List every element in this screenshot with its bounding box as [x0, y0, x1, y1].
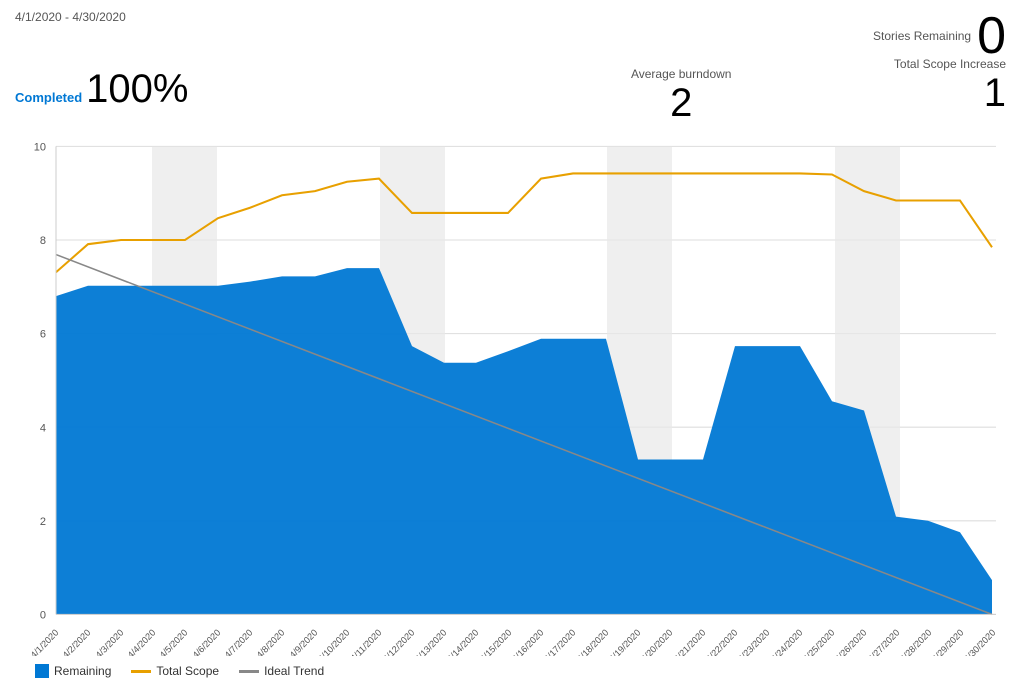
svg-text:4/29/2020: 4/29/2020	[930, 627, 965, 656]
svg-text:4/14/2020: 4/14/2020	[445, 627, 480, 656]
legend-total-scope-label: Total Scope	[156, 664, 219, 678]
avg-burndown-value: 2	[670, 81, 692, 125]
svg-text:4/26/2020: 4/26/2020	[833, 627, 868, 656]
total-scope-value: 1	[984, 71, 1006, 115]
svg-text:4/18/2020: 4/18/2020	[575, 627, 610, 656]
svg-text:4/10/2020: 4/10/2020	[316, 627, 351, 656]
total-scope-metric: Total Scope Increase 1	[894, 57, 1006, 116]
date-range: 4/1/2020 - 4/30/2020	[15, 10, 126, 24]
legend: Remaining Total Scope Ideal Trend	[15, 664, 1006, 678]
total-scope-label: Total Scope Increase	[894, 57, 1006, 71]
svg-text:4/11/2020: 4/11/2020	[348, 627, 383, 656]
legend-remaining-label: Remaining	[54, 664, 111, 678]
svg-text:4/20/2020: 4/20/2020	[639, 627, 674, 656]
svg-text:4/2/2020: 4/2/2020	[60, 627, 92, 656]
svg-text:6: 6	[39, 329, 45, 341]
svg-text:4/9/2020: 4/9/2020	[287, 627, 319, 656]
svg-text:4/21/2020: 4/21/2020	[672, 627, 707, 656]
svg-text:4/6/2020: 4/6/2020	[190, 627, 222, 656]
legend-total-scope-color	[131, 670, 151, 673]
stories-remaining: Stories Remaining 0	[873, 10, 1006, 62]
svg-text:10: 10	[33, 141, 45, 153]
main-container: 4/1/2020 - 4/30/2020 Stories Remaining 0…	[0, 0, 1021, 665]
legend-ideal-trend-label: Ideal Trend	[264, 664, 324, 678]
svg-text:4/17/2020: 4/17/2020	[542, 627, 577, 656]
svg-text:4/1/2020: 4/1/2020	[28, 627, 60, 656]
legend-ideal-trend: Ideal Trend	[239, 664, 324, 678]
svg-text:4/4/2020: 4/4/2020	[125, 627, 157, 656]
svg-text:4/3/2020: 4/3/2020	[93, 627, 125, 656]
svg-text:8: 8	[39, 235, 45, 247]
legend-remaining-color	[35, 664, 49, 678]
avg-burndown-metric: Average burndown 2	[631, 67, 732, 126]
svg-text:4: 4	[39, 422, 45, 434]
svg-text:4/28/2020: 4/28/2020	[898, 627, 933, 656]
svg-text:4/19/2020: 4/19/2020	[607, 627, 642, 656]
completed-label: Completed	[15, 90, 82, 105]
svg-text:4/7/2020: 4/7/2020	[222, 627, 254, 656]
svg-text:4/25/2020: 4/25/2020	[801, 627, 836, 656]
legend-total-scope: Total Scope	[131, 664, 219, 678]
stories-remaining-value: 0	[977, 10, 1006, 62]
svg-text:2: 2	[39, 516, 45, 528]
chart-area: 0 2 4 6 8 10	[16, 136, 1006, 656]
completed-value: 100%	[86, 67, 188, 112]
svg-text:4/30/2020: 4/30/2020	[962, 627, 997, 656]
svg-text:4/8/2020: 4/8/2020	[254, 627, 286, 656]
svg-text:4/22/2020: 4/22/2020	[704, 627, 739, 656]
completed-metric: Completed 100%	[15, 67, 188, 112]
svg-text:4/16/2020: 4/16/2020	[510, 627, 545, 656]
svg-text:4/5/2020: 4/5/2020	[157, 627, 189, 656]
svg-text:4/13/2020: 4/13/2020	[413, 627, 448, 656]
chart-svg: 0 2 4 6 8 10	[16, 136, 1006, 656]
legend-ideal-trend-color	[239, 670, 259, 673]
svg-text:0: 0	[39, 609, 45, 621]
avg-burndown-label: Average burndown	[631, 67, 732, 81]
svg-text:4/15/2020: 4/15/2020	[478, 627, 513, 656]
top-bar: 4/1/2020 - 4/30/2020 Stories Remaining 0	[15, 10, 1006, 62]
legend-remaining: Remaining	[35, 664, 111, 678]
svg-text:4/23/2020: 4/23/2020	[736, 627, 771, 656]
svg-text:4/24/2020: 4/24/2020	[769, 627, 804, 656]
svg-text:4/12/2020: 4/12/2020	[381, 627, 416, 656]
svg-text:4/27/2020: 4/27/2020	[866, 627, 901, 656]
stories-remaining-label: Stories Remaining	[873, 29, 971, 43]
